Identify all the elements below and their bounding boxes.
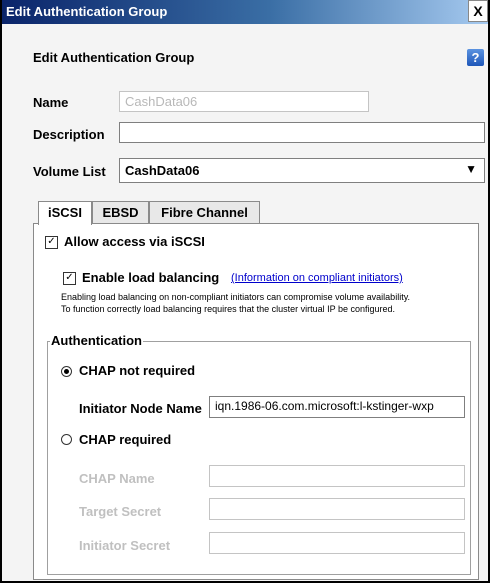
initiator-secret-field	[209, 532, 465, 554]
edit-authentication-group-dialog: Edit Authentication Group X Edit Authent…	[0, 0, 490, 583]
compliant-initiators-link[interactable]: (Information on compliant initiators)	[231, 272, 403, 284]
description-label: Description	[33, 127, 105, 142]
chap-required-radio[interactable]	[61, 434, 72, 445]
tab-fibre-channel[interactable]: Fibre Channel	[149, 201, 260, 224]
page-title: Edit Authentication Group	[33, 50, 195, 65]
target-secret-field	[209, 498, 465, 520]
title-bar[interactable]: Edit Authentication Group X	[2, 0, 488, 24]
initiator-node-name-field[interactable]: iqn.1986-06.com.microsoft:l-kstinger-wxp	[209, 396, 465, 418]
tab-iscsi[interactable]: iSCSI	[38, 201, 92, 225]
target-secret-label: Target Secret	[79, 504, 162, 519]
chap-not-required-radio[interactable]	[61, 366, 72, 377]
name-label: Name	[33, 95, 69, 110]
name-field: CashData06	[119, 91, 369, 112]
load-balancing-note-2: To function correctly load balancing req…	[61, 304, 396, 314]
initiator-secret-label: Initiator Secret	[79, 538, 171, 553]
tab-ebsd[interactable]: EBSD	[92, 201, 149, 224]
load-balancing-checkbox[interactable]: ✓	[63, 272, 76, 285]
chap-name-label: CHAP Name	[79, 471, 155, 486]
description-field[interactable]	[119, 122, 485, 143]
volume-list-select[interactable]: CashData06 ▼	[119, 158, 485, 183]
load-balancing-label: Enable load balancing	[82, 270, 220, 285]
volume-list-label: Volume List	[33, 164, 106, 179]
allow-access-checkbox[interactable]: ✓	[45, 236, 58, 249]
authentication-legend: Authentication	[50, 333, 143, 348]
chap-required-label: CHAP required	[79, 432, 172, 447]
window-title: Edit Authentication Group	[6, 4, 168, 19]
allow-access-label: Allow access via iSCSI	[64, 234, 205, 249]
volume-list-value: CashData06	[125, 163, 200, 178]
load-balancing-note-1: Enabling load balancing on non-compliant…	[61, 292, 411, 302]
close-icon[interactable]: X	[468, 0, 488, 22]
help-icon[interactable]: ?	[467, 49, 484, 66]
chap-name-field	[209, 465, 465, 487]
chevron-down-icon[interactable]: ▼	[465, 162, 477, 176]
initiator-node-name-label: Initiator Node Name	[79, 401, 202, 416]
chap-not-required-label: CHAP not required	[79, 363, 196, 378]
